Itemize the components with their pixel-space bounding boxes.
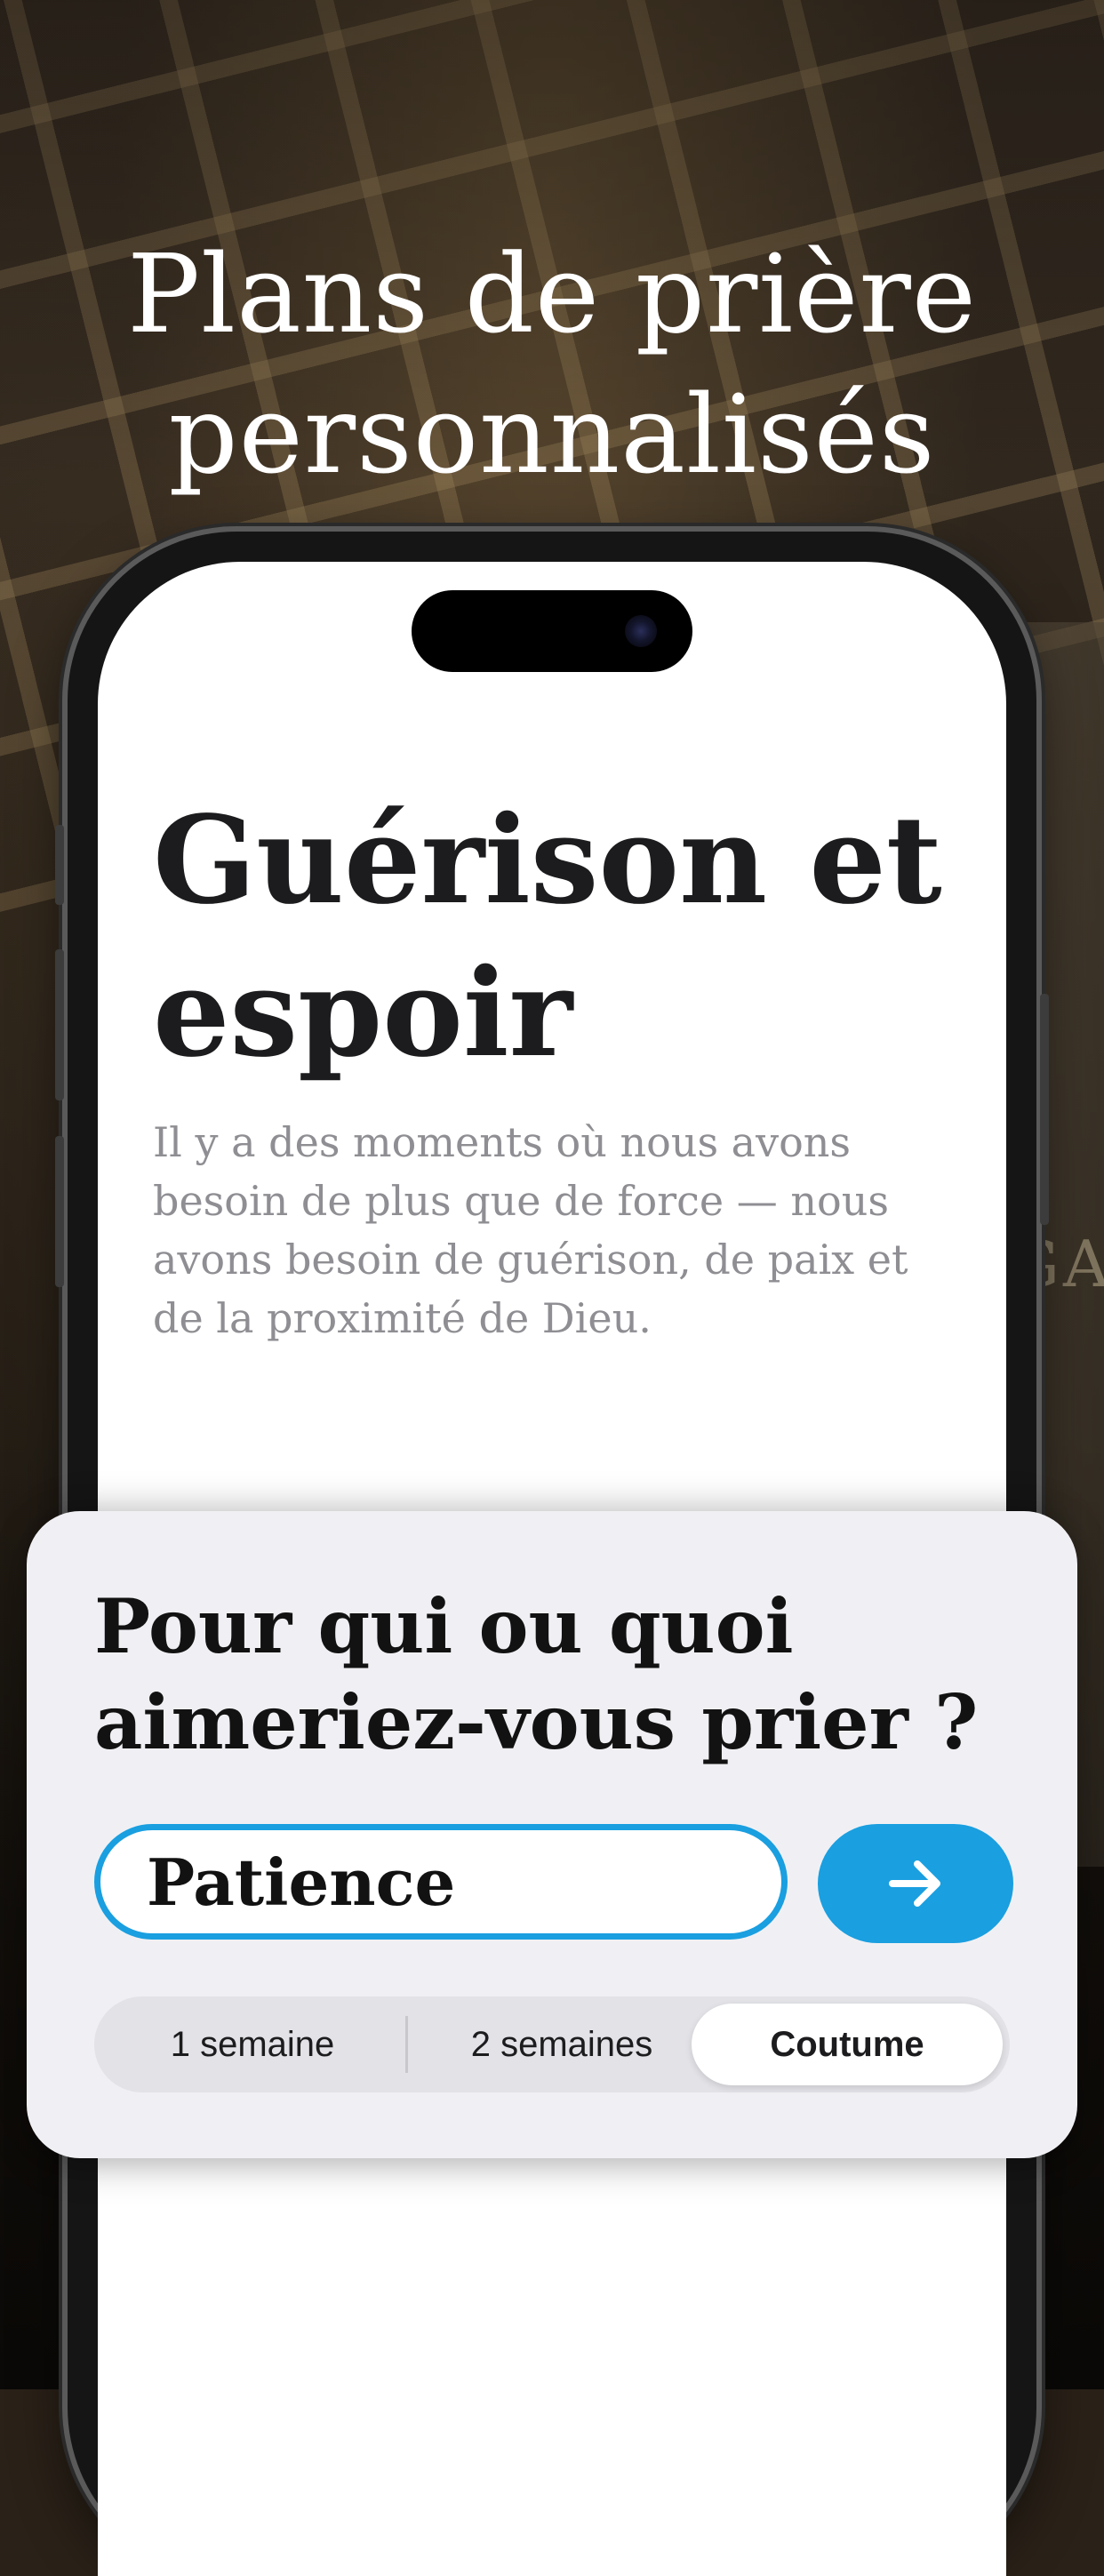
- plan-title: Guérison et espoir: [153, 789, 942, 1084]
- phone-volume-up-button: [55, 949, 64, 1100]
- phone-action-button: [55, 825, 64, 905]
- duration-option-custom[interactable]: Coutume: [692, 2004, 1003, 2085]
- prayer-request-sheet: Pour qui ou quoi aimeriez-vous prier ? 1…: [27, 1511, 1077, 2158]
- prayer-topic-field[interactable]: [94, 1824, 788, 1940]
- plan-description: Il y a des moments où nous avons besoin …: [153, 1118, 908, 1342]
- duration-option-1-week[interactable]: 1 semaine: [101, 2004, 404, 2085]
- phone-volume-down-button: [55, 1136, 64, 1287]
- submit-button[interactable]: [818, 1824, 1013, 1943]
- marketing-headline: Plans de prière personnalisés: [0, 224, 1104, 505]
- camera-icon: [625, 615, 657, 647]
- duration-option-2-weeks[interactable]: 2 semaines: [411, 2004, 713, 2085]
- prayer-topic-input[interactable]: [147, 1830, 751, 1933]
- arrow-right-icon: [889, 1860, 940, 1907]
- dynamic-island: [412, 590, 692, 672]
- headline-line-2: personnalisés: [168, 371, 936, 498]
- headline-line-1: Plans de prière: [126, 230, 978, 357]
- segment-divider: [405, 2016, 408, 2073]
- prayer-question: Pour qui ou quoi aimeriez-vous prier ?: [94, 1582, 979, 1766]
- duration-segmented-control: 1 semaine 2 semaines Coutume: [94, 1996, 1010, 2092]
- phone-power-button: [1040, 994, 1049, 1225]
